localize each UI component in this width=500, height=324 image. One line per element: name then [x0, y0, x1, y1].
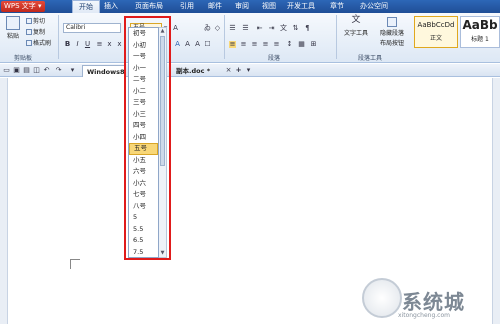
style-normal[interactable]: AaBbCcDd 正文 [414, 16, 458, 48]
align-justify-icon[interactable]: ≡ [229, 41, 236, 48]
distributed-icon[interactable]: ≡ [273, 41, 280, 48]
numbering-icon[interactable]: ☰ [242, 25, 249, 32]
menu-tab-references[interactable]: 引用 [180, 0, 194, 13]
bullets-icon[interactable]: ☰ [229, 25, 236, 32]
superscript-icon[interactable]: x [106, 41, 113, 48]
paste-button[interactable]: 粘贴 [4, 16, 22, 40]
hide-marks-label: 隐藏段落 [379, 30, 404, 37]
format-painter-label: 格式刷 [33, 40, 52, 47]
clipboard-group-label: 剪贴板 [14, 55, 33, 62]
annotation-highlight-box [124, 16, 171, 260]
close-tab-icon[interactable]: × [225, 67, 232, 74]
borders-icon[interactable]: ⊞ [310, 41, 317, 48]
menu-tab-review[interactable]: 审阅 [235, 0, 249, 13]
watermark-logo-icon [362, 278, 402, 318]
ribbon: 粘贴 剪切 复制 格式刷 剪贴板 Calibri 五号 ▾ B I U ≡ x … [0, 13, 500, 63]
save-icon[interactable]: ▣ [13, 67, 20, 74]
margin-corner-mark [70, 259, 80, 269]
subscript-icon[interactable]: x [116, 41, 123, 48]
separator [224, 15, 225, 59]
paragraph-group-label: 段落 [268, 55, 281, 62]
watermark-url: xitongcheng.com [398, 312, 450, 319]
scissors-icon [26, 17, 32, 24]
paragraph-tools-group-label: 段落工具 [358, 55, 383, 62]
sort-icon[interactable]: ⇅ [292, 25, 299, 32]
underline-icon[interactable]: U [84, 41, 91, 48]
increase-indent-icon[interactable]: ⇥ [268, 25, 275, 32]
site-watermark: 系统城 xitongcheng.com [362, 278, 498, 322]
copy-button[interactable]: 复制 [26, 27, 45, 36]
tab-copy-doc[interactable]: 副本.doc * [172, 65, 224, 77]
chevron-down-icon[interactable]: ▾ [245, 67, 252, 74]
menu-bar: WPS 文字 ▾ 开始 插入 页面布局 引用 邮件 审阅 视图 开发工具 章节 … [0, 0, 500, 14]
separator [336, 15, 337, 59]
brush-icon [26, 39, 32, 46]
paste-label: 粘贴 [6, 33, 19, 40]
grow-font-icon[interactable]: A [172, 25, 179, 32]
paste-icon [6, 16, 20, 30]
font-name-field[interactable]: Calibri [63, 23, 121, 33]
copy-icon [26, 28, 32, 35]
undo-icon[interactable]: ↶ [43, 67, 50, 74]
style-heading-label: 标题 1 [471, 36, 489, 43]
text-tools-button[interactable]: 文 文字工具 [341, 15, 371, 38]
show-marks-icon[interactable]: ¶ [304, 25, 311, 32]
phonetic-icon[interactable]: ゐ [204, 25, 211, 32]
app-name: WPS 文字 [4, 2, 36, 10]
menu-tab-sections[interactable]: 章节 [330, 0, 344, 13]
separator [58, 15, 59, 59]
italic-icon[interactable]: I [74, 41, 81, 48]
format-painter-button[interactable]: 格式刷 [26, 38, 51, 47]
char-shading-icon[interactable]: A [194, 41, 201, 48]
folder-icon[interactable]: ▭ [3, 67, 10, 74]
style-normal-sample: AaBbCcDd [417, 21, 455, 29]
shading-icon[interactable]: ▦ [298, 41, 305, 48]
font-color-icon[interactable]: A [174, 41, 181, 48]
style-heading-sample: AaBb [462, 18, 498, 32]
text-tools-icon: 文 [351, 15, 361, 25]
cut-label: 剪切 [33, 18, 46, 25]
menu-tab-home[interactable]: 开始 [72, 0, 100, 14]
app-menu-button[interactable]: WPS 文字 ▾ [1, 1, 45, 12]
new-tab-button[interactable]: + [235, 67, 242, 74]
menu-tab-developer[interactable]: 开发工具 [287, 0, 315, 13]
cut-button[interactable]: 剪切 [26, 16, 45, 25]
document-tab-bar: ▭ ▣ ▤ ◫ ↶ ↷ ▾ Windows8 副本.doc * × + ▾ [0, 64, 500, 77]
menu-tab-page-layout[interactable]: 页面布局 [135, 0, 163, 13]
left-ruler [0, 78, 8, 324]
layout-button-label: 布局按钮 [379, 40, 404, 47]
char-border-icon[interactable]: ☐ [204, 41, 211, 48]
align-left-icon[interactable]: ≡ [262, 41, 269, 48]
bold-icon[interactable]: B [64, 41, 71, 48]
align-right-icon[interactable]: ≡ [251, 41, 258, 48]
align-center-icon[interactable]: ≡ [240, 41, 247, 48]
hide-marks-button[interactable]: 隐藏段落 布局按钮 [374, 17, 410, 47]
menu-tab-office-space[interactable]: 办公空间 [360, 0, 388, 13]
highlight-icon[interactable]: A [184, 41, 191, 48]
text-tools-label: 文字工具 [343, 30, 368, 37]
menu-tab-mailings[interactable]: 邮件 [208, 0, 222, 13]
tab-windows8-doc[interactable]: Windows8 [82, 65, 126, 77]
hide-marks-icon [387, 17, 397, 27]
preview-icon[interactable]: ◫ [33, 67, 40, 74]
clear-format-icon[interactable]: ◇ [214, 25, 221, 32]
style-normal-label: 正文 [429, 35, 442, 42]
print-icon[interactable]: ▤ [23, 67, 30, 74]
menu-tab-view[interactable]: 视图 [262, 0, 276, 13]
menu-tab-insert[interactable]: 插入 [104, 0, 118, 13]
chinese-layout-icon[interactable]: 文 [280, 25, 287, 32]
style-heading-1[interactable]: AaBb 标题 1 [460, 16, 500, 48]
chevron-down-icon[interactable]: ▾ [69, 67, 76, 74]
watermark-brand: 系统城 [402, 290, 465, 314]
copy-label: 复制 [33, 29, 46, 36]
line-spacing-icon[interactable]: ↕ [286, 41, 293, 48]
strikethrough-icon[interactable]: ≡ [96, 41, 103, 48]
redo-icon[interactable]: ↷ [55, 67, 62, 74]
decrease-indent-icon[interactable]: ⇤ [256, 25, 263, 32]
